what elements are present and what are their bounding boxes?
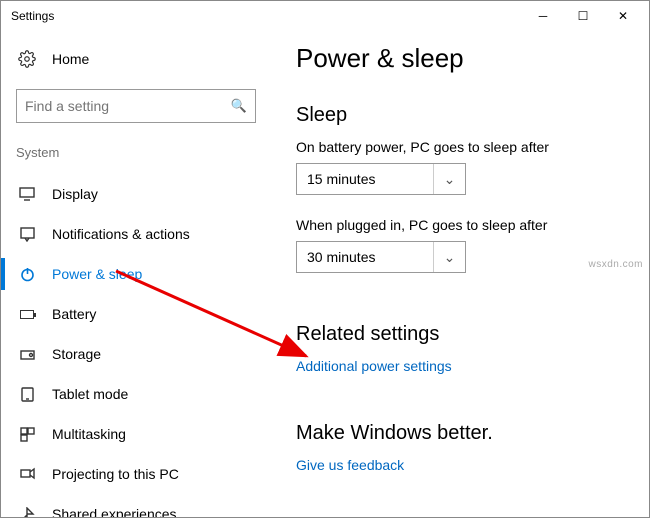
battery-icon — [16, 310, 38, 319]
sidebar-item-label: Battery — [52, 306, 96, 322]
home-button[interactable]: Home — [16, 41, 266, 77]
sidebar-item-label: Tablet mode — [52, 386, 128, 402]
shared-icon — [16, 507, 38, 518]
projecting-icon — [16, 467, 38, 482]
watermark: wsxdn.com — [588, 259, 643, 270]
sidebar-item-multitasking[interactable]: Multitasking — [16, 414, 266, 454]
display-icon — [16, 187, 38, 201]
chevron-down-icon: ⌄ — [433, 242, 465, 272]
related-heading: Related settings — [296, 323, 629, 346]
sidebar-item-projecting[interactable]: Projecting to this PC — [16, 454, 266, 494]
sleep-heading: Sleep — [296, 104, 629, 127]
group-label: System — [16, 145, 266, 160]
gear-icon — [16, 50, 38, 68]
sidebar-item-label: Shared experiences — [52, 506, 177, 517]
sidebar-item-storage[interactable]: Storage — [16, 334, 266, 374]
sidebar-item-tablet-mode[interactable]: Tablet mode — [16, 374, 266, 414]
plugged-sleep-text: When plugged in, PC goes to sleep after — [296, 217, 629, 233]
power-icon — [16, 267, 38, 282]
page-title: Power & sleep — [296, 43, 629, 74]
battery-sleep-text: On battery power, PC goes to sleep after — [296, 139, 629, 155]
titlebar: Settings ─ ☐ ✕ — [1, 1, 649, 31]
plugged-sleep-value: 30 minutes — [307, 249, 375, 265]
tablet-icon — [16, 387, 38, 402]
settings-window: Settings ─ ☐ ✕ Home 🔍 System Display — [0, 0, 650, 518]
sidebar-item-label: Projecting to this PC — [52, 466, 179, 482]
content-area: Home 🔍 System Display Notifications & ac… — [1, 31, 649, 517]
window-controls: ─ ☐ ✕ — [523, 1, 643, 31]
sidebar-item-battery[interactable]: Battery — [16, 294, 266, 334]
sidebar-item-label: Notifications & actions — [52, 226, 190, 242]
battery-sleep-select[interactable]: 15 minutes ⌄ — [296, 163, 466, 195]
feedback-link[interactable]: Give us feedback — [296, 457, 404, 473]
chevron-down-icon: ⌄ — [433, 164, 465, 194]
storage-icon — [16, 347, 38, 362]
sidebar: Home 🔍 System Display Notifications & ac… — [1, 31, 266, 517]
battery-sleep-value: 15 minutes — [307, 171, 375, 187]
sidebar-item-power-sleep[interactable]: Power & sleep — [16, 254, 266, 294]
close-button[interactable]: ✕ — [603, 1, 643, 31]
home-label: Home — [52, 51, 89, 67]
search-field[interactable] — [25, 98, 231, 114]
search-icon: 🔍 — [231, 98, 247, 114]
window-title: Settings — [11, 9, 523, 23]
sidebar-item-display[interactable]: Display — [16, 174, 266, 214]
sidebar-item-label: Power & sleep — [52, 266, 142, 282]
maximize-button[interactable]: ☐ — [563, 1, 603, 31]
main-panel: Power & sleep Sleep On battery power, PC… — [266, 31, 649, 517]
additional-power-settings-link[interactable]: Additional power settings — [296, 358, 452, 374]
sidebar-item-label: Storage — [52, 346, 101, 362]
plugged-sleep-select[interactable]: 30 minutes ⌄ — [296, 241, 466, 273]
sidebar-item-notifications[interactable]: Notifications & actions — [16, 214, 266, 254]
minimize-button[interactable]: ─ — [523, 1, 563, 31]
multitasking-icon — [16, 427, 38, 442]
sidebar-item-label: Multitasking — [52, 426, 126, 442]
sidebar-item-shared[interactable]: Shared experiences — [16, 494, 266, 517]
search-input[interactable]: 🔍 — [16, 89, 256, 123]
notifications-icon — [16, 227, 38, 242]
better-heading: Make Windows better. — [296, 422, 629, 445]
sidebar-item-label: Display — [52, 186, 98, 202]
